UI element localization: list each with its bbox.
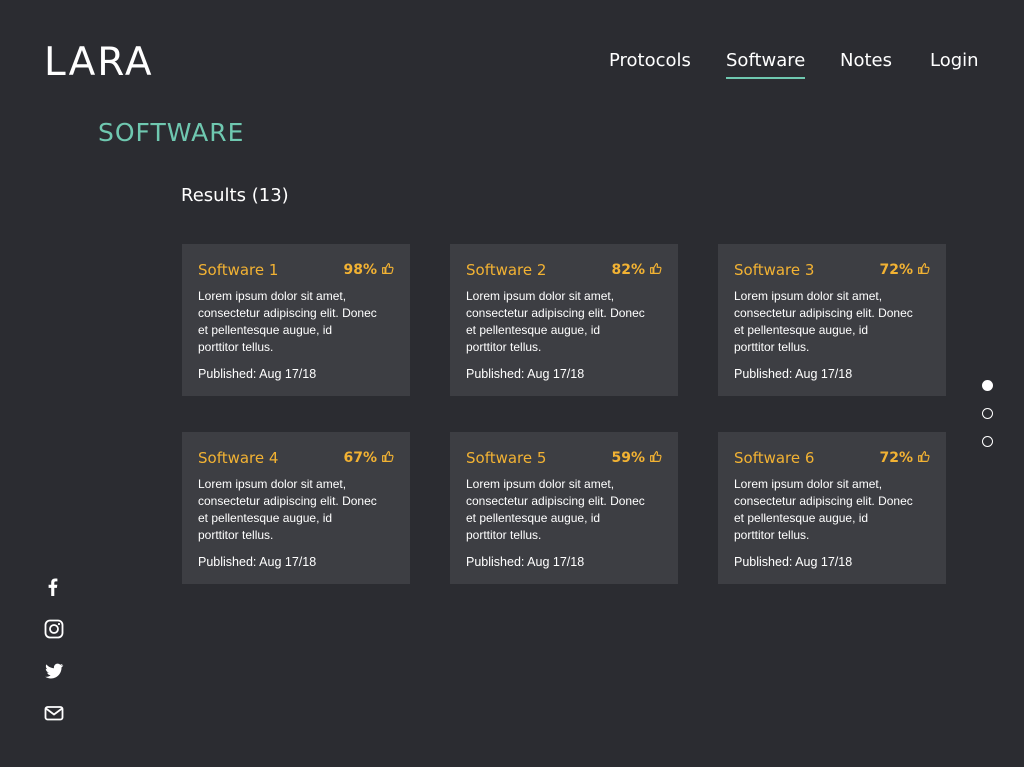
thumbs-up-icon[interactable] <box>917 450 930 467</box>
card-description: Lorem ipsum dolor sit amet, consectetur … <box>734 477 913 542</box>
software-card[interactable]: Software 1 98% Lorem ipsum dolor sit amet,… <box>182 244 410 396</box>
card-description: Lorem ipsum dolor sit amet, consectetur … <box>734 289 913 354</box>
card-description: Lorem ipsum dolor sit amet, consectetur … <box>198 477 377 542</box>
software-card[interactable]: Software 5 59% Lorem ipsum dolor sit amet,… <box>450 432 678 584</box>
card-title[interactable]: Software 1 <box>198 261 278 279</box>
card-title[interactable]: Software 6 <box>734 449 814 467</box>
pagination-dot-3[interactable] <box>982 436 993 447</box>
mail-icon[interactable] <box>44 703 64 723</box>
card-title[interactable]: Software 5 <box>466 449 546 467</box>
card-published-date: Published: Aug 17/18 <box>466 367 585 381</box>
card-rating: 72% <box>879 262 930 279</box>
card-header: Software 5 59% <box>466 446 662 470</box>
card-title[interactable]: Software 3 <box>734 261 814 279</box>
software-card[interactable]: Software 3 72% Lorem ipsum dolor sit amet,… <box>718 244 946 396</box>
card-title[interactable]: Software 2 <box>466 261 546 279</box>
instagram-icon[interactable] <box>44 619 64 639</box>
software-card[interactable]: Software 2 82% Lorem ipsum dolor sit amet,… <box>450 244 678 396</box>
card-header: Software 3 72% <box>734 258 930 282</box>
card-title[interactable]: Software 4 <box>198 449 278 467</box>
thumbs-up-icon[interactable] <box>649 450 662 467</box>
card-rating: 67% <box>343 450 394 467</box>
software-card[interactable]: Software 4 67% Lorem ipsum dolor sit amet,… <box>182 432 410 584</box>
card-rating: 72% <box>879 450 930 467</box>
pagination-dot-1[interactable] <box>982 380 993 391</box>
card-published-date: Published: Aug 17/18 <box>198 555 317 569</box>
thumbs-up-icon[interactable] <box>381 450 394 467</box>
thumbs-up-icon[interactable] <box>917 262 930 279</box>
card-published-date: Published: Aug 17/18 <box>734 367 853 381</box>
card-description: Lorem ipsum dolor sit amet, consectetur … <box>198 289 377 354</box>
rating-value: 82% <box>611 262 645 278</box>
thumbs-up-icon[interactable] <box>381 262 394 279</box>
rating-value: 72% <box>879 262 913 278</box>
card-header: Software 6 72% <box>734 446 930 470</box>
pagination-dot-2[interactable] <box>982 408 993 419</box>
software-card[interactable]: Software 6 72% Lorem ipsum dolor sit amet,… <box>718 432 946 584</box>
rating-value: 67% <box>343 450 377 466</box>
thumbs-up-icon[interactable] <box>649 262 662 279</box>
rating-value: 98% <box>343 262 377 278</box>
card-published-date: Published: Aug 17/18 <box>198 367 317 381</box>
card-description: Lorem ipsum dolor sit amet, consectetur … <box>466 477 645 542</box>
rating-value: 59% <box>611 450 645 466</box>
rating-value: 72% <box>879 450 913 466</box>
pagination-dots <box>982 380 994 464</box>
card-rating: 98% <box>343 262 394 279</box>
card-published-date: Published: Aug 17/18 <box>466 555 585 569</box>
nav-item-software[interactable]: Software <box>726 50 806 79</box>
nav-item-login[interactable]: Login <box>930 50 979 77</box>
social-links <box>44 577 66 745</box>
nav-item-protocols[interactable]: Protocols <box>609 50 691 77</box>
results-count: Results (13) <box>181 185 289 206</box>
facebook-icon[interactable] <box>44 577 64 597</box>
main-nav: Protocols Software Notes Login <box>0 50 1024 90</box>
card-rating: 82% <box>611 262 662 279</box>
card-published-date: Published: Aug 17/18 <box>734 555 853 569</box>
nav-item-notes[interactable]: Notes <box>840 50 892 77</box>
twitter-icon[interactable] <box>44 661 64 681</box>
page-title: SOFTWARE <box>98 118 245 147</box>
card-header: Software 2 82% <box>466 258 662 282</box>
card-header: Software 1 98% <box>198 258 394 282</box>
card-rating: 59% <box>611 450 662 467</box>
card-description: Lorem ipsum dolor sit amet, consectetur … <box>466 289 645 354</box>
card-header: Software 4 67% <box>198 446 394 470</box>
